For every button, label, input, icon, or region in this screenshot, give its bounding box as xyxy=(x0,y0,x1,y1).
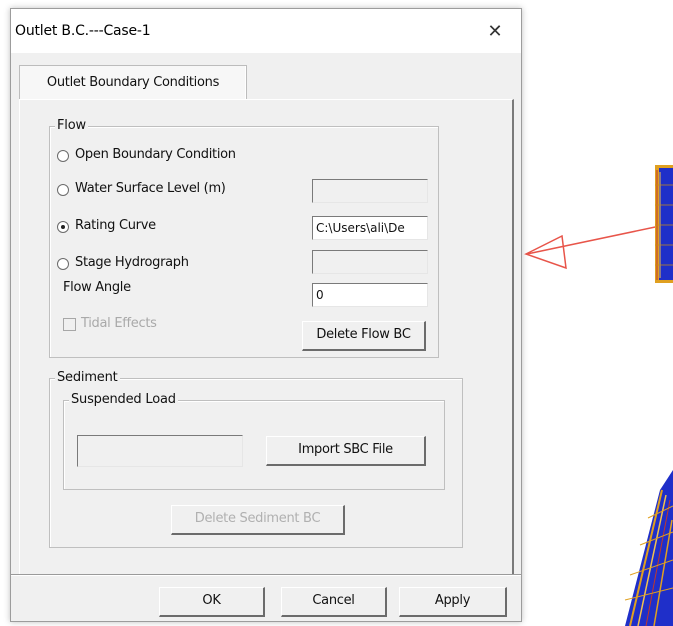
ok-button[interactable]: OK xyxy=(159,587,265,617)
suspended-load-title: Suspended Load xyxy=(69,392,178,407)
delete-sediment-bc-button[interactable]: Delete Sediment BC xyxy=(171,505,345,535)
flow-angle-label: Flow Angle xyxy=(63,280,131,295)
radio-button[interactable] xyxy=(57,258,69,270)
tidal-effects-checkbox[interactable] xyxy=(63,318,76,331)
cancel-button[interactable]: Cancel xyxy=(281,587,387,617)
rating-curve-input[interactable]: C:\Users\ali\De xyxy=(312,216,428,240)
radio-label: Water Surface Level (m) xyxy=(75,181,226,196)
sediment-group-title: Sediment xyxy=(55,370,120,385)
radio-label: Open Boundary Condition xyxy=(75,147,236,162)
title-bar[interactable]: Outlet B.C.---Case-1 ✕ xyxy=(11,9,521,53)
radio-stage-hydrograph[interactable]: Stage Hydrograph xyxy=(57,255,307,273)
flow-angle-input[interactable]: 0 xyxy=(312,283,428,307)
tab-outlet-boundary-conditions[interactable]: Outlet Boundary Conditions xyxy=(19,65,247,100)
arrow-line xyxy=(526,225,661,255)
tidal-effects-checkbox-row[interactable]: Tidal Effects xyxy=(63,315,213,333)
radio-open-boundary[interactable]: Open Boundary Condition xyxy=(57,147,307,165)
flow-group-title: Flow xyxy=(55,118,88,133)
dialog-title: Outlet B.C.---Case-1 xyxy=(15,23,151,39)
delete-flow-bc-button[interactable]: Delete Flow BC xyxy=(302,321,426,351)
stage-hydrograph-input[interactable] xyxy=(312,250,428,274)
radio-label: Rating Curve xyxy=(75,218,156,233)
radio-button[interactable] xyxy=(57,184,69,196)
mesh-lower xyxy=(624,470,673,626)
separator xyxy=(11,574,521,576)
suspended-load-input[interactable] xyxy=(77,435,243,467)
radio-label: Stage Hydrograph xyxy=(75,255,189,270)
apply-button[interactable]: Apply xyxy=(399,587,507,617)
tab-label: Outlet Boundary Conditions xyxy=(46,75,220,90)
mesh-block xyxy=(655,165,673,283)
arrow-head xyxy=(524,234,567,270)
import-sbc-file-button[interactable]: Import SBC File xyxy=(266,436,426,466)
radio-water-surface-level[interactable]: Water Surface Level (m) xyxy=(57,181,307,199)
water-surface-level-input[interactable] xyxy=(312,179,428,203)
radio-button[interactable] xyxy=(57,150,69,162)
tidal-effects-label: Tidal Effects xyxy=(81,316,157,331)
radio-rating-curve[interactable]: Rating Curve xyxy=(57,218,307,236)
outlet-bc-dialog: Outlet B.C.---Case-1 ✕ Outlet Boundary C… xyxy=(10,8,522,622)
close-icon[interactable]: ✕ xyxy=(481,19,509,45)
radio-button-selected[interactable] xyxy=(57,221,69,233)
